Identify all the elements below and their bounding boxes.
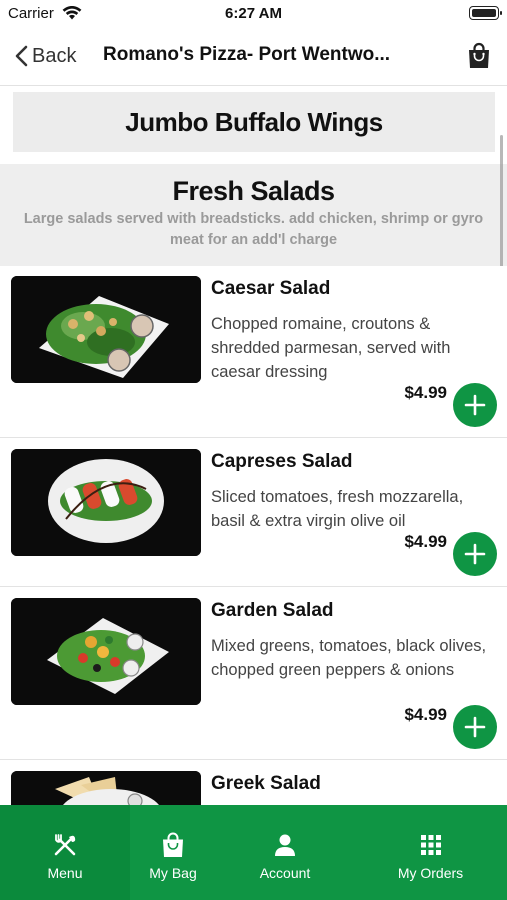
tab-menu[interactable]: Menu [0,805,130,900]
tab-account[interactable]: Account [216,805,354,900]
item-name: Capreses Salad [211,451,353,472]
item-price: $4.99 [404,705,447,724]
item-name: Garden Salad [211,600,334,621]
back-label: Back [32,44,77,67]
tab-label: Account [259,865,311,881]
menu-list[interactable]: Jumbo Buffalo Wings Fresh Salads Large s… [0,87,507,805]
grid-icon [420,835,441,855]
battery-icon [469,6,502,20]
tab-bar: Menu My Bag Account My Orders [0,805,507,900]
tab-my-orders[interactable]: My Orders [354,805,507,900]
category-title: Jumbo Buffalo Wings [125,106,383,137]
menu-item[interactable]: Caesar Salad Chopped romaine, croutons &… [0,266,507,438]
add-to-bag-button[interactable] [453,532,497,576]
item-description: Sliced tomatoes, fresh mozzarella, basil… [211,488,464,530]
caesar-salad-image [11,276,201,383]
item-name: Caesar Salad [211,278,331,299]
greek-salad-image [11,771,201,805]
add-to-bag-button[interactable] [453,383,497,427]
item-description: Chopped romaine, croutons & shredded par… [211,315,451,381]
tab-label: Menu [47,865,83,881]
add-to-bag-button[interactable] [453,705,497,749]
item-price: $4.99 [404,383,447,402]
menu-item[interactable]: Greek Salad [0,761,507,805]
tab-my-bag[interactable]: My Bag [130,805,216,900]
item-name: Greek Salad [211,773,321,794]
category-title: Fresh Salads [172,176,335,206]
app-screen: Carrier 6:27 AM Back Romano's Pizza- Por… [0,0,507,900]
category-subtitle: Large salads served with breadsticks. ad… [23,211,484,248]
status-time: 6:27 AM [225,5,282,22]
tab-label: My Orders [397,865,464,881]
person-icon [275,834,295,856]
garden-salad-image [11,598,201,705]
item-description: Mixed greens, tomatoes, black olives, ch… [211,637,487,679]
item-price: $4.99 [404,532,447,551]
page-title: Romano's Pizza- Port Wentwo... [103,44,391,65]
chevron-left-icon [15,45,28,67]
caprese-salad-image [11,449,201,556]
shopping-bag-icon [163,832,183,857]
plus-icon [464,543,486,565]
menu-item[interactable]: Capreses Salad Sliced tomatoes, fresh mo… [0,439,507,587]
tab-label: My Bag [149,865,197,881]
plus-icon [464,716,486,738]
category-header-wings[interactable]: Jumbo Buffalo Wings [13,92,495,152]
status-bar: Carrier 6:27 AM [0,0,507,28]
category-header-salads: Fresh Salads Large salads served with br… [0,164,507,266]
plus-icon [464,394,486,416]
fork-knife-icon [54,834,76,856]
back-button[interactable]: Back [14,41,76,71]
menu-item[interactable]: Garden Salad Mixed greens, tomatoes, bla… [0,588,507,760]
navigation-bar: Back Romano's Pizza- Port Wentwo... [0,28,507,86]
shopping-bag-icon[interactable] [467,42,491,70]
